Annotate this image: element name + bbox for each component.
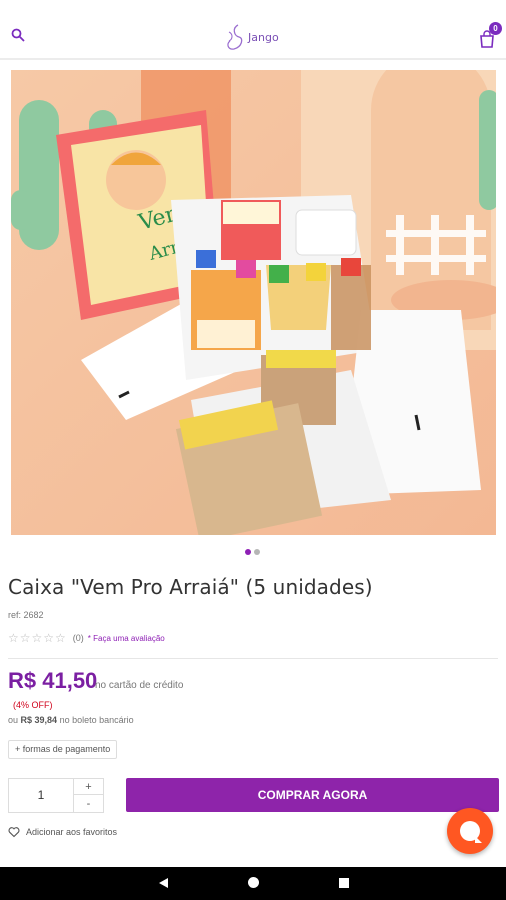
logo-mark-icon <box>227 24 243 50</box>
home-icon[interactable] <box>248 877 259 888</box>
product-price: R$ 41,50 <box>8 668 98 693</box>
write-review-link[interactable]: * Faça uma avaliação <box>88 634 165 643</box>
chat-icon-tail <box>475 836 482 843</box>
carousel-dot-1[interactable] <box>245 549 251 555</box>
heart-icon <box>8 827 20 838</box>
payment-options-button[interactable]: + formas de pagamento <box>8 740 118 759</box>
divider <box>8 658 498 659</box>
back-icon[interactable] <box>157 877 169 889</box>
rating-row: ☆☆☆☆☆ (0) * Faça uma avaliação <box>8 631 165 645</box>
discount-badge: (4% OFF) <box>13 700 53 710</box>
boleto-suffix: no boleto bancário <box>59 715 134 725</box>
product-ref: ref: 2682 <box>8 610 44 620</box>
boleto-price-line: ou R$ 39,84 no boleto bancário <box>8 715 134 725</box>
add-to-favorites[interactable]: Adicionar aos favoritos <box>8 826 117 838</box>
boleto-price: R$ 39,84 <box>20 715 58 725</box>
recent-apps-icon[interactable] <box>339 878 349 888</box>
product-photo: Vem Arraiá <box>11 70 496 535</box>
search-icon[interactable] <box>11 28 25 42</box>
product-image[interactable]: Vem Arraiá <box>11 70 496 535</box>
quantity-decrement-button[interactable]: - <box>74 796 103 812</box>
star-rating-icon: ☆☆☆☆☆ <box>8 631 67 645</box>
image-carousel-dots <box>245 549 260 555</box>
product-title: Caixa "Vem Pro Arraiá" (5 unidades) <box>8 575 373 599</box>
app-header: Jango 0 <box>0 0 506 60</box>
buy-now-button[interactable]: COMPRAR AGORA <box>126 778 499 812</box>
logo-text: Jango <box>248 31 279 44</box>
brand-logo[interactable]: Jango <box>224 22 284 52</box>
carousel-dot-2[interactable] <box>254 549 260 555</box>
boleto-prefix: ou <box>8 715 19 725</box>
quantity-input[interactable]: 1 <box>9 779 73 812</box>
quantity-stepper: 1 + - <box>8 778 104 813</box>
cart-count-badge: 0 <box>489 22 502 35</box>
rating-count: (0) <box>72 633 84 643</box>
chat-button[interactable] <box>447 808 493 854</box>
price-note: no cartão de crédito <box>95 680 184 691</box>
quantity-increment-button[interactable]: + <box>74 779 103 795</box>
favorites-label: Adicionar aos favoritos <box>26 827 118 837</box>
